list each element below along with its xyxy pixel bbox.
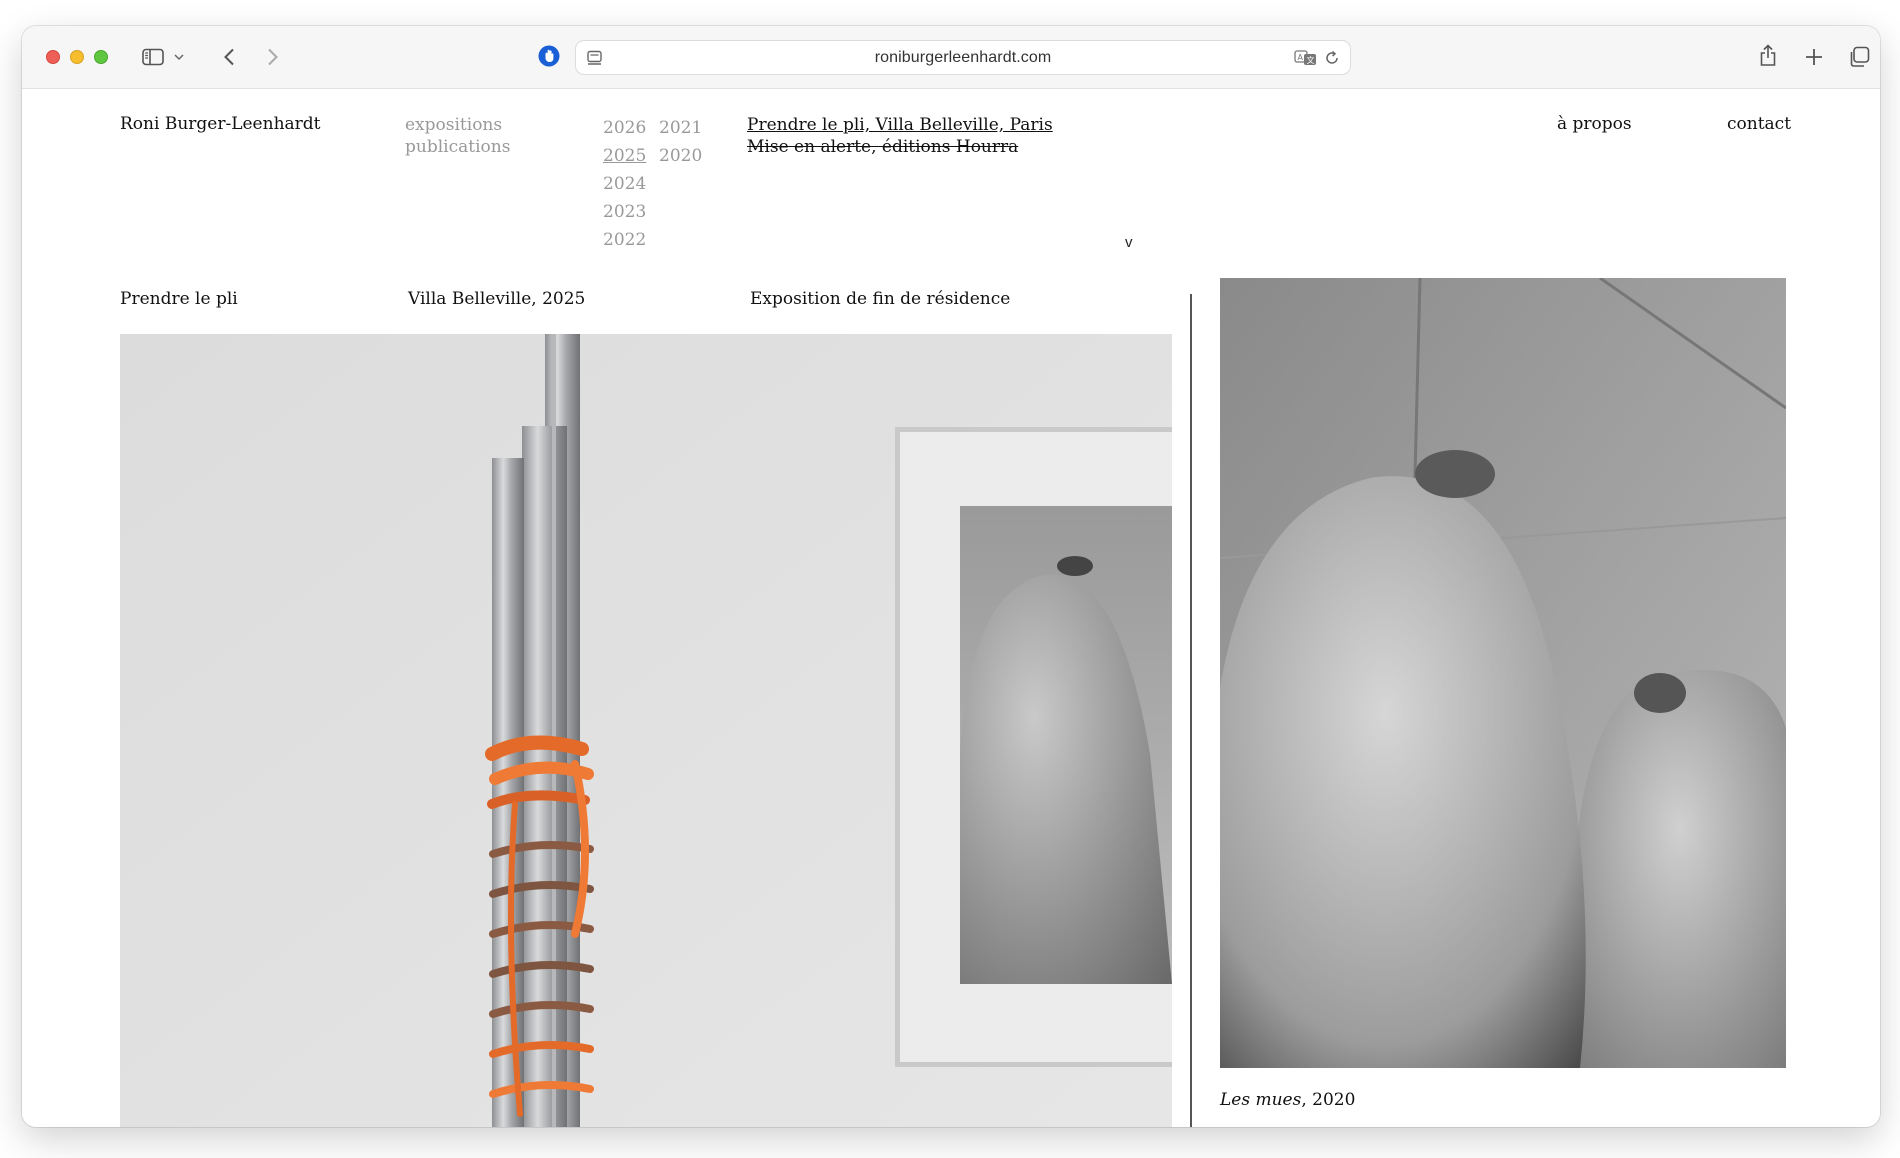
caption-year: , 2020 bbox=[1301, 1090, 1356, 1110]
exhibition-photo[interactable] bbox=[120, 334, 1172, 1127]
column-divider bbox=[1190, 294, 1192, 1127]
privacy-shield-icon bbox=[538, 45, 560, 67]
tabs-overview-icon bbox=[1850, 46, 1870, 67]
year-2023-link[interactable]: 2023 bbox=[603, 198, 646, 226]
year-2025-link[interactable]: 2025 bbox=[603, 142, 646, 170]
year-nav-column-1: 2026 2025 2024 2023 2022 bbox=[603, 114, 646, 254]
side-photo[interactable] bbox=[1220, 278, 1786, 1068]
browser-window: roniburgerleenhardt.com A 文 Roni Burger-… bbox=[22, 26, 1880, 1127]
year-2020-link[interactable]: 2020 bbox=[659, 142, 702, 170]
expand-toggle[interactable]: v bbox=[1125, 234, 1133, 251]
reload-button[interactable] bbox=[1321, 45, 1343, 71]
tabs-overview-button[interactable] bbox=[1847, 44, 1871, 70]
sidebar-icon bbox=[142, 48, 164, 66]
exhibition-title: Prendre le pli bbox=[120, 289, 238, 309]
exhibition-description: Exposition de fin de résidence bbox=[750, 289, 1011, 309]
item-prendre-le-pli-link[interactable]: Prendre le pli, Villa Belleville, Paris bbox=[747, 114, 1053, 136]
forward-button[interactable] bbox=[262, 44, 284, 70]
browser-toolbar: roniburgerleenhardt.com A 文 bbox=[22, 26, 1880, 89]
minimize-window-button[interactable] bbox=[70, 50, 84, 64]
url-text[interactable]: roniburgerleenhardt.com bbox=[576, 41, 1350, 74]
reload-icon bbox=[1326, 50, 1338, 64]
item-mise-en-alerte-link[interactable]: Mise en alerte, éditions Hourra bbox=[747, 136, 1053, 158]
svg-text:A: A bbox=[1298, 53, 1304, 62]
forward-icon bbox=[268, 48, 278, 66]
close-window-button[interactable] bbox=[46, 50, 60, 64]
category-nav: expositions publications bbox=[405, 114, 510, 158]
back-button[interactable] bbox=[218, 44, 240, 70]
side-photo-caption: Les mues, 2020 bbox=[1220, 1090, 1355, 1110]
back-icon bbox=[224, 48, 234, 66]
exhibition-photo-drawing bbox=[120, 334, 1172, 1127]
sidebar-toggle-button[interactable] bbox=[140, 44, 166, 70]
new-tab-icon bbox=[1806, 49, 1822, 65]
exhibition-place: Villa Belleville, 2025 bbox=[408, 289, 586, 309]
year-2022-link[interactable]: 2022 bbox=[603, 226, 646, 254]
about-link[interactable]: à propos bbox=[1557, 114, 1632, 134]
year-items-list: Prendre le pli, Villa Belleville, Paris … bbox=[747, 114, 1053, 158]
nav-publications[interactable]: publications bbox=[405, 136, 510, 158]
svg-text:文: 文 bbox=[1307, 55, 1315, 65]
translate-icon: A 文 bbox=[1294, 50, 1316, 65]
translate-button[interactable]: A 文 bbox=[1293, 45, 1319, 71]
year-2026-link[interactable]: 2026 bbox=[603, 114, 646, 142]
zoom-window-button[interactable] bbox=[94, 50, 108, 64]
sidebar-menu-button[interactable] bbox=[172, 44, 186, 70]
privacy-report-button[interactable] bbox=[536, 43, 562, 69]
new-tab-button[interactable] bbox=[1802, 44, 1826, 70]
year-nav-column-2: 2021 2020 bbox=[659, 114, 702, 170]
share-icon bbox=[1760, 44, 1776, 66]
site-title-link[interactable]: Roni Burger-Leenhardt bbox=[120, 114, 321, 134]
chevron-down-icon bbox=[174, 53, 184, 60]
side-photo-drawing bbox=[1220, 278, 1786, 1068]
year-2021-link[interactable]: 2021 bbox=[659, 114, 702, 142]
caption-title: Les mues bbox=[1220, 1090, 1302, 1110]
web-page: Roni Burger-Leenhardt expositions public… bbox=[22, 90, 1880, 1127]
address-bar[interactable]: roniburgerleenhardt.com A 文 bbox=[575, 40, 1351, 75]
nav-expositions[interactable]: expositions bbox=[405, 114, 510, 136]
share-button[interactable] bbox=[1756, 42, 1780, 68]
contact-link[interactable]: contact bbox=[1727, 114, 1791, 134]
year-2024-link[interactable]: 2024 bbox=[603, 170, 646, 198]
